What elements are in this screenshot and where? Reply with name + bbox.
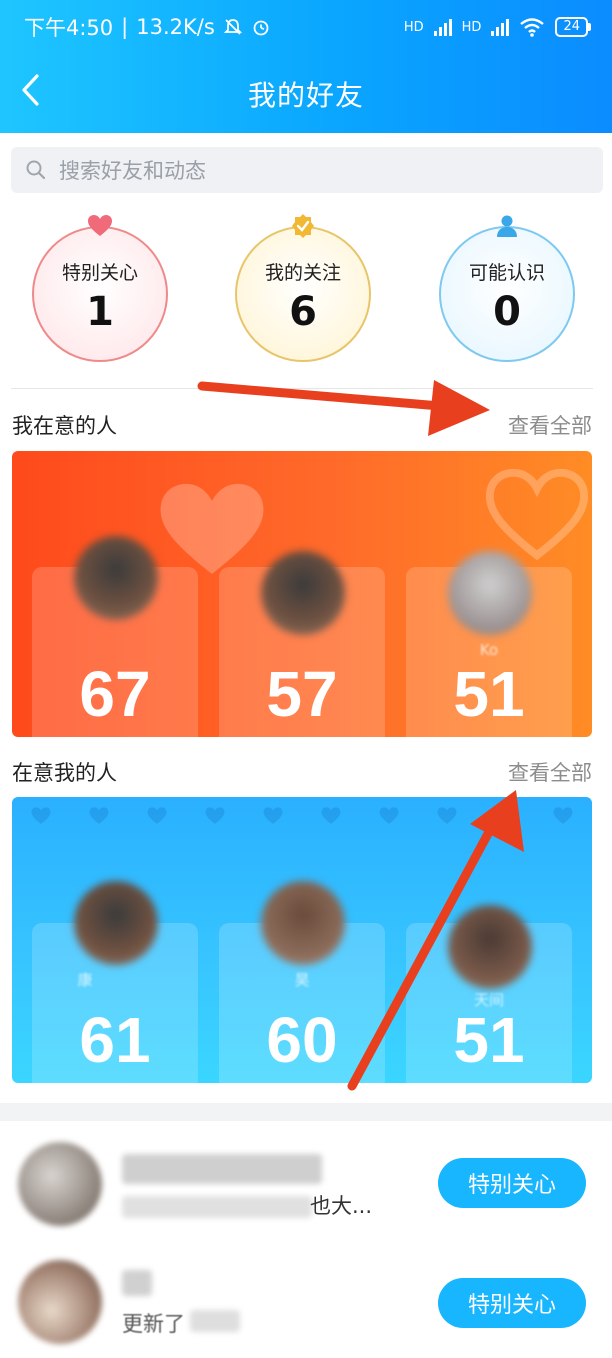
avatar — [18, 1260, 102, 1344]
search-placeholder: 搜索好友和动态 — [59, 159, 206, 183]
avatar — [74, 881, 158, 965]
intimacy-score: 60 — [266, 1004, 338, 1076]
search-icon — [26, 160, 46, 180]
network-type-2: HD — [461, 19, 482, 35]
intimacy-score: 61 — [79, 1004, 151, 1076]
i-care-card: Ko 67 57 51 — [12, 451, 592, 737]
post-snippet: 也大... — [310, 1194, 373, 1218]
heart-pattern — [12, 805, 592, 845]
heart-pattern-icon — [205, 807, 225, 824]
battery-indicator: 24 — [555, 17, 591, 37]
list-item[interactable]: 更新了 特别关心 — [0, 1242, 612, 1358]
verified-badge-icon — [292, 214, 314, 238]
avatar — [448, 905, 532, 989]
status-time: 下午4:50 — [24, 16, 114, 40]
heart-pattern-icon — [89, 807, 109, 824]
alarm-icon — [253, 20, 269, 36]
heart-pattern-icon — [147, 807, 167, 824]
person-name: 康 — [77, 971, 93, 989]
intimacy-score: 67 — [79, 658, 151, 730]
header-bar: 下午4:50 | 13.2K/s HD HD 24 我的好友 — [0, 0, 612, 133]
divider — [11, 388, 593, 389]
stat-ring: 可能认识 0 — [439, 226, 575, 362]
intimacy-score: 51 — [453, 658, 525, 730]
stat-label: 特别关心 — [61, 261, 138, 284]
heart-pattern-icon — [437, 807, 457, 824]
stat-my-follow[interactable]: 我的关注 6 — [235, 214, 371, 362]
network-speed: 13.2K/s — [136, 15, 215, 39]
see-all-link-i-care[interactable]: 查看全部 — [508, 410, 592, 440]
stat-count: 0 — [493, 288, 521, 335]
person-icon — [497, 215, 517, 237]
blurred-name — [122, 1154, 322, 1184]
signal-icon-2 — [491, 18, 510, 36]
section-title-i-care: 我在意的人 — [12, 414, 117, 438]
blurred-snippet — [190, 1310, 240, 1332]
nav-bar: 我的好友 — [0, 54, 612, 133]
back-button[interactable] — [8, 68, 52, 112]
heart-pattern-icon — [31, 807, 51, 824]
wifi-icon — [520, 18, 545, 37]
person-name: 昊 — [294, 971, 310, 989]
annotation-arrow-1 — [197, 381, 445, 411]
heart-pattern-icon — [553, 807, 573, 824]
chevron-left-icon — [22, 74, 39, 106]
intimacy-score: 57 — [266, 658, 338, 730]
status-bar: 下午4:50 | 13.2K/s HD HD 24 — [0, 0, 612, 54]
stat-ring: 特别关心 1 — [32, 226, 168, 362]
avatar — [261, 881, 345, 965]
avatar — [18, 1142, 102, 1226]
list-item[interactable]: 也大... 特别关心 — [0, 1126, 612, 1242]
intimacy-score: 51 — [453, 1004, 525, 1076]
heart-pattern-icon — [321, 807, 341, 824]
post-snippet: 更新了 — [122, 1312, 185, 1336]
mute-bell-icon — [223, 19, 242, 35]
avatar — [74, 536, 158, 620]
section-gap — [0, 1103, 612, 1121]
avatar — [448, 551, 532, 635]
avatar — [261, 551, 345, 635]
heart-pattern-icon — [379, 807, 399, 824]
special-care-button[interactable]: 特别关心 — [438, 1278, 586, 1328]
section-title-care-me: 在意我的人 — [12, 761, 117, 785]
stat-label: 可能认识 — [468, 261, 545, 284]
heart-pattern-icon — [263, 807, 283, 824]
stat-count: 6 — [289, 288, 317, 335]
special-care-button[interactable]: 特别关心 — [438, 1158, 586, 1208]
blurred-name — [122, 1270, 152, 1296]
stat-may-know[interactable]: 可能认识 0 — [439, 215, 575, 362]
heart-icon — [88, 215, 112, 236]
stat-count: 1 — [86, 288, 114, 335]
search-input[interactable]: 搜索好友和动态 — [11, 147, 603, 193]
see-all-link-care-me[interactable]: 查看全部 — [508, 757, 592, 787]
stat-special-care[interactable]: 特别关心 1 — [32, 215, 168, 362]
stat-ring: 我的关注 6 — [235, 226, 371, 362]
stat-label: 我的关注 — [264, 261, 341, 284]
blurred-snippet — [122, 1196, 312, 1218]
page-title: 我的好友 — [247, 78, 364, 112]
heart-pattern-icon — [495, 807, 515, 824]
network-type-1: HD — [403, 19, 424, 35]
signal-icon — [433, 18, 452, 36]
care-me-card: 康 昊 天间 61 60 51 — [12, 797, 592, 1083]
